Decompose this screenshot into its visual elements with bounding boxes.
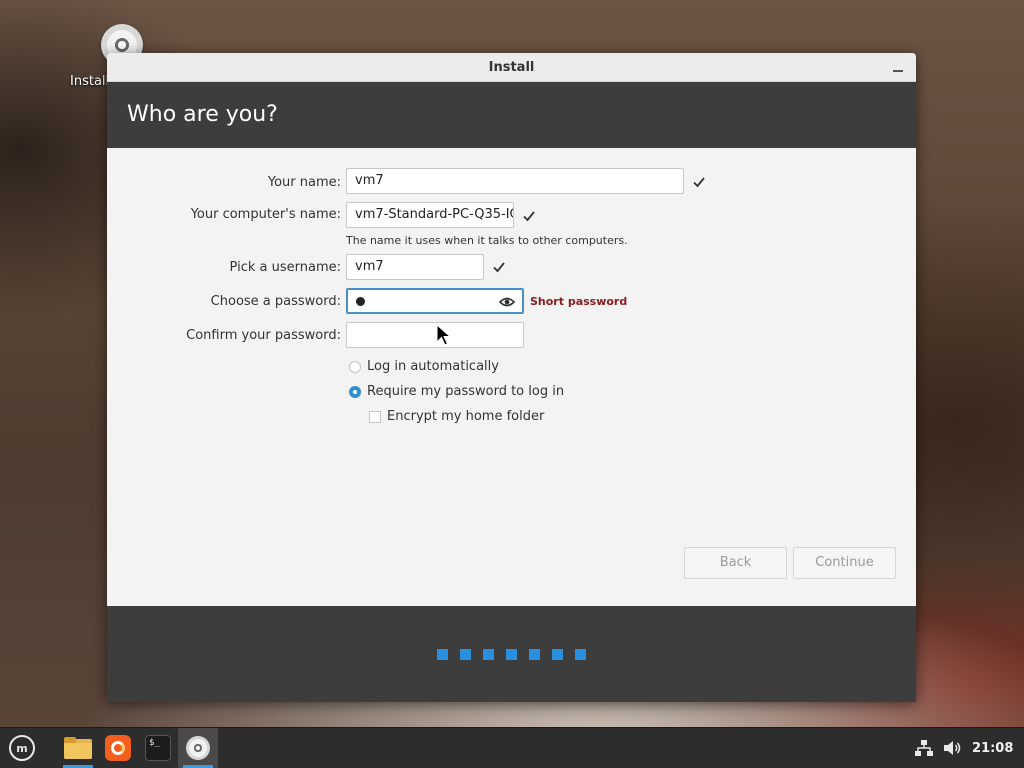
volume-icon[interactable] xyxy=(942,739,962,757)
terminal-launcher[interactable]: $_ xyxy=(138,728,178,768)
require-password-radio[interactable] xyxy=(349,385,361,398)
minimize-icon[interactable] xyxy=(892,61,904,73)
page-title: Who are you? xyxy=(127,102,278,127)
page-header: Who are you? xyxy=(107,82,916,148)
progress-steps xyxy=(437,649,586,660)
checkmark-icon xyxy=(692,175,706,189)
progress-step xyxy=(483,649,494,660)
firefox-icon xyxy=(105,735,131,761)
installer-taskbar-button[interactable] xyxy=(178,728,218,768)
clock[interactable]: 21:08 xyxy=(972,741,1013,756)
desktop-icon-label: Install xyxy=(70,74,110,89)
password-mask xyxy=(356,297,365,306)
mouse-cursor-icon xyxy=(436,324,452,346)
progress-step xyxy=(506,649,517,660)
taskbar: m $_ 21:08 xyxy=(0,727,1024,768)
login-automatically-radio[interactable] xyxy=(349,360,361,373)
your-name-input[interactable]: vm7 xyxy=(346,168,684,194)
password-input[interactable] xyxy=(346,288,524,314)
confirm-password-input[interactable] xyxy=(346,322,524,348)
user-form: Your name: vm7 Your computer's name: vm7… xyxy=(107,148,916,606)
window-titlebar[interactable]: Install xyxy=(107,53,916,82)
login-automatically-option[interactable]: Log in automatically xyxy=(349,359,499,374)
your-name-label: Your name: xyxy=(267,175,341,190)
password-label: Choose a password: xyxy=(210,294,341,309)
terminal-icon: $_ xyxy=(145,735,171,761)
login-automatically-label: Log in automatically xyxy=(367,359,499,374)
encrypt-home-label: Encrypt my home folder xyxy=(387,409,545,424)
encrypt-home-option[interactable]: Encrypt my home folder xyxy=(369,409,544,424)
username-input[interactable]: vm7 xyxy=(346,254,484,280)
continue-button[interactable]: Continue xyxy=(793,547,896,579)
checkmark-icon xyxy=(492,260,506,274)
progress-step xyxy=(575,649,586,660)
username-label: Pick a username: xyxy=(229,260,341,275)
back-button[interactable]: Back xyxy=(684,547,787,579)
progress-step xyxy=(529,649,540,660)
installer-window: Install Who are you? Your name: vm7 Your… xyxy=(107,53,916,702)
mint-menu-icon: m xyxy=(9,735,35,761)
files-launcher[interactable] xyxy=(58,728,98,768)
progress-step xyxy=(552,649,563,660)
require-password-option[interactable]: Require my password to log in xyxy=(349,384,564,399)
confirm-password-label: Confirm your password: xyxy=(186,328,341,343)
computer-name-hint: The name it uses when it talks to other … xyxy=(346,234,628,247)
password-strength-warning: Short password xyxy=(530,295,628,308)
folder-icon xyxy=(64,737,92,759)
computer-name-input[interactable]: vm7-Standard-PC-Q35-IC xyxy=(346,202,514,228)
network-icon[interactable] xyxy=(914,739,934,757)
progress-area xyxy=(107,606,916,702)
progress-step xyxy=(460,649,471,660)
checkmark-icon xyxy=(522,209,536,223)
system-tray: 21:08 xyxy=(914,728,1024,768)
computer-name-label: Your computer's name: xyxy=(190,207,341,222)
encrypt-home-checkbox[interactable] xyxy=(369,410,381,423)
require-password-label: Require my password to log in xyxy=(367,384,565,399)
progress-step xyxy=(437,649,448,660)
window-title: Install xyxy=(488,60,535,75)
menu-button[interactable]: m xyxy=(2,728,42,768)
eye-icon[interactable] xyxy=(498,294,516,308)
firefox-launcher[interactable] xyxy=(98,728,138,768)
installer-disc-icon xyxy=(186,736,210,760)
